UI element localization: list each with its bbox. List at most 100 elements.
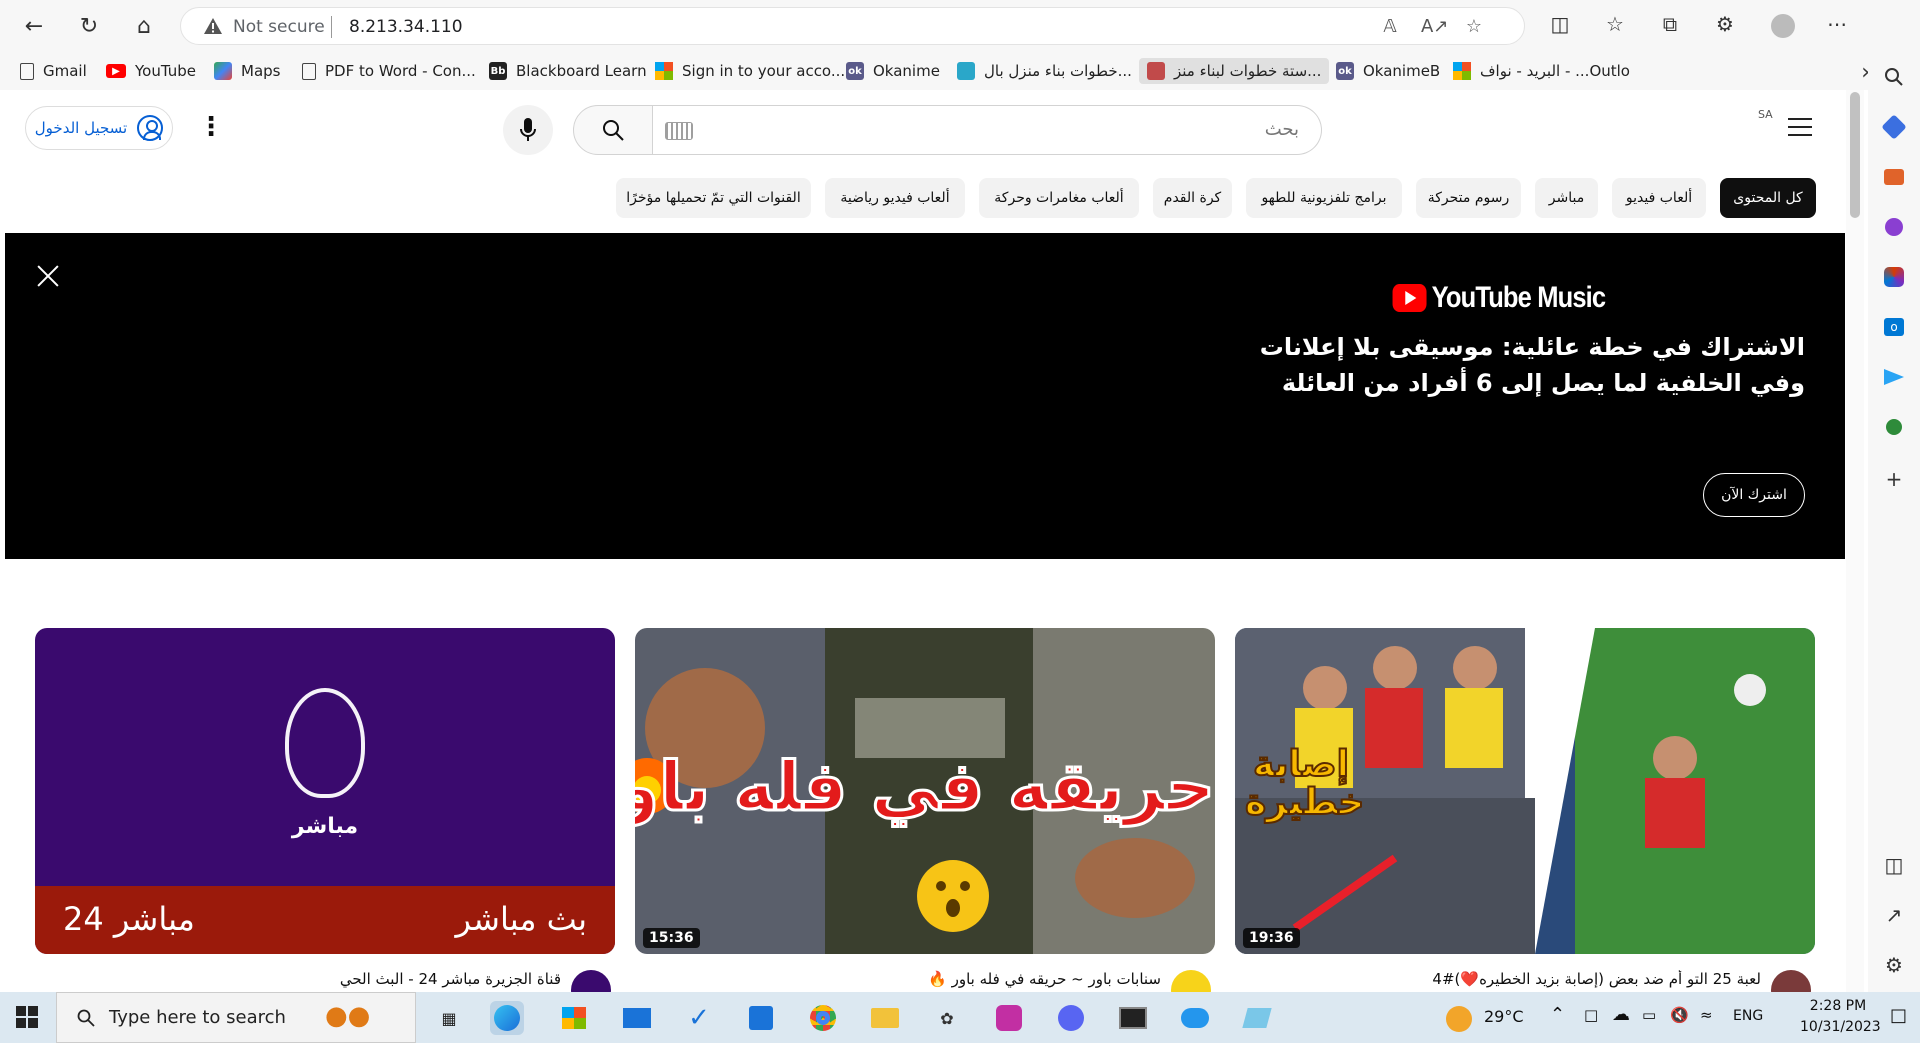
sidebar-toggle-icon[interactable]: ◫ bbox=[1881, 852, 1907, 878]
voice-search-button[interactable] bbox=[503, 105, 553, 155]
task-view-icon[interactable]: ▦ bbox=[432, 1001, 466, 1035]
extensions-icon[interactable]: ⚙ bbox=[1710, 12, 1740, 40]
wifi-icon[interactable]: ≈ bbox=[1700, 1006, 1713, 1024]
live-stream-thumbnail[interactable]: مباشر مباشر 24 بث مباشر bbox=[35, 628, 615, 954]
open-external-icon[interactable]: ↗ bbox=[1881, 902, 1907, 928]
video-thumbnail[interactable]: حريقه في فله باور 15:36 bbox=[635, 628, 1215, 954]
bookmark-blackboard[interactable]: Bb Blackboard Learn bbox=[489, 58, 647, 84]
bookmark-okanimeb[interactable]: ok OkanimeB bbox=[1336, 58, 1440, 84]
chip-video-games[interactable]: ألعاب فيديو bbox=[1612, 178, 1706, 218]
shopping-tag-icon[interactable] bbox=[1881, 114, 1907, 140]
subscribe-now-button[interactable]: اشترك الآن bbox=[1703, 473, 1805, 517]
search-button[interactable] bbox=[573, 105, 653, 155]
favorite-star-icon[interactable]: ☆ bbox=[1463, 16, 1485, 38]
add-icon[interactable]: + bbox=[1881, 466, 1907, 492]
games-icon[interactable] bbox=[1881, 214, 1907, 240]
todo-icon[interactable]: ✓ bbox=[682, 1001, 716, 1035]
channel-avatar[interactable] bbox=[1771, 970, 1811, 992]
volume-muted-icon[interactable]: 🔇 bbox=[1670, 1006, 1689, 1024]
keyboard-icon[interactable] bbox=[665, 122, 693, 140]
store-icon[interactable] bbox=[557, 1001, 591, 1035]
menu-icon[interactable] bbox=[1788, 118, 1812, 136]
bookmark-gmail[interactable]: Gmail bbox=[20, 58, 87, 84]
video-title[interactable]: قناة الجزيرة مباشر 24 - البث الحي bbox=[35, 970, 561, 992]
send-icon[interactable] bbox=[1881, 364, 1907, 390]
close-icon[interactable] bbox=[31, 259, 65, 293]
meet-icon[interactable]: □ bbox=[1584, 1006, 1598, 1024]
read-aloud-icon[interactable]: A↗ bbox=[1421, 16, 1448, 38]
file-explorer-icon[interactable] bbox=[868, 1001, 902, 1035]
paint-icon[interactable]: ✿ bbox=[930, 1001, 964, 1035]
mail-icon[interactable] bbox=[620, 1001, 654, 1035]
split-screen-icon[interactable]: ◫ bbox=[1545, 12, 1575, 40]
signin-button[interactable]: تسجيل الدخول bbox=[25, 106, 173, 150]
terminal-icon[interactable] bbox=[1116, 1001, 1150, 1035]
video-duration: 19:36 bbox=[1243, 928, 1300, 948]
chip-sports-games[interactable]: ألعاب فيديو رياضية bbox=[825, 178, 965, 218]
outlook-icon[interactable]: o bbox=[1881, 314, 1907, 340]
bookmark-signin[interactable]: Sign in to your acco... bbox=[655, 58, 845, 84]
edge-taskbar-icon[interactable] bbox=[490, 1001, 524, 1035]
chip-animation[interactable]: رسوم متحركة bbox=[1416, 178, 1521, 218]
channel-avatar[interactable] bbox=[571, 970, 611, 992]
search-icon[interactable] bbox=[1881, 64, 1907, 90]
chrome-icon[interactable] bbox=[806, 1001, 840, 1035]
bookmark-outlook[interactable]: البريد - نواف - ...Outlo bbox=[1453, 58, 1630, 84]
youtube-play-icon bbox=[1392, 284, 1427, 312]
live-label: بث مباشر bbox=[455, 900, 587, 938]
translate-icon[interactable]: 𝔸 bbox=[1379, 16, 1401, 38]
office-icon[interactable] bbox=[1881, 264, 1907, 290]
chip-live[interactable]: مباشر bbox=[1535, 178, 1598, 218]
weather-icon[interactable] bbox=[1446, 1006, 1472, 1032]
chip-football[interactable]: كرة القدم bbox=[1153, 178, 1232, 218]
home-icon[interactable]: ⌂ bbox=[128, 10, 160, 42]
notes-icon[interactable] bbox=[1240, 1001, 1274, 1035]
bookmark-okanime[interactable]: ok Okanime bbox=[846, 58, 940, 84]
page-scrollbar-track[interactable] bbox=[1846, 90, 1864, 992]
collections-icon[interactable]: ⧉ bbox=[1655, 12, 1685, 40]
address-bar[interactable]: Not secure 8.213.34.110 𝔸 A↗ ☆ bbox=[180, 7, 1525, 45]
bookmark-house-steps-2[interactable]: ستة خطوات لبناء منز... bbox=[1139, 58, 1330, 84]
more-options-icon[interactable]: ⋯ bbox=[1822, 12, 1852, 40]
video-thumbnail[interactable]: إصابة خطيرة 19:36 bbox=[1235, 628, 1815, 954]
bookmark-youtube[interactable]: ▶ YouTube bbox=[106, 58, 196, 84]
tree-icon[interactable] bbox=[1881, 414, 1907, 440]
more-vert-icon[interactable]: ⋮ bbox=[198, 112, 224, 144]
channel-avatar[interactable] bbox=[1171, 970, 1211, 992]
thumbnail-word: إصابة bbox=[1252, 744, 1350, 785]
docker-icon[interactable] bbox=[1178, 1001, 1212, 1035]
cloud-icon[interactable]: ☁ bbox=[1612, 1004, 1630, 1025]
search-input[interactable]: بحث bbox=[652, 105, 1322, 155]
bookmark-house-steps-1[interactable]: خطوات بناء منزل بال... bbox=[957, 58, 1132, 84]
tools-icon[interactable] bbox=[1881, 164, 1907, 190]
video-title[interactable]: سنابات باور ~ حريقه في فله باور 🔥 bbox=[635, 970, 1161, 992]
chip-action-adventure[interactable]: ألعاب مغامرات وحركة bbox=[979, 178, 1139, 218]
clock[interactable]: 2:28 PM 10/31/2023 bbox=[1800, 996, 1881, 1038]
chevron-up-icon[interactable]: ⌃ bbox=[1550, 1004, 1565, 1025]
page-scrollbar-thumb[interactable] bbox=[1850, 92, 1860, 218]
youtube-music-logo: YouTube Music bbox=[1392, 281, 1606, 315]
settings-gear-icon[interactable]: ⚙ bbox=[1881, 952, 1907, 978]
input-language[interactable]: ENG bbox=[1733, 1008, 1763, 1024]
windows-start-icon[interactable] bbox=[16, 1006, 38, 1028]
favorites-icon[interactable]: ☆ bbox=[1600, 12, 1630, 40]
video-title[interactable]: لعبة 25 التو أم ضد بعض (إصابة بزيد الخطي… bbox=[1235, 970, 1761, 992]
profile-avatar[interactable] bbox=[1768, 12, 1798, 40]
chip-all[interactable]: كل المحتوى bbox=[1720, 178, 1816, 218]
chip-recently-uploaded[interactable]: القنوات التي تمّ تحميلها مؤخرًا bbox=[616, 178, 811, 218]
taskbar-search[interactable]: Type here to search ●● bbox=[56, 992, 416, 1043]
chip-cooking-shows[interactable]: برامج تلفزيونية للطهو bbox=[1246, 178, 1402, 218]
discord-icon[interactable] bbox=[1054, 1001, 1088, 1035]
logo-caption: مباشر bbox=[291, 814, 359, 839]
wps-icon[interactable] bbox=[992, 1001, 1026, 1035]
back-icon[interactable]: ← bbox=[18, 10, 50, 42]
refresh-icon[interactable]: ↻ bbox=[73, 10, 105, 42]
bookmark-pdf-to-word[interactable]: PDF to Word - Con... bbox=[302, 58, 476, 84]
battery-icon[interactable]: ▭ bbox=[1642, 1006, 1656, 1024]
url-text[interactable]: 8.213.34.110 bbox=[349, 17, 463, 37]
notifications-icon[interactable]: □ bbox=[1890, 1005, 1907, 1026]
bookmark-maps[interactable]: Maps bbox=[214, 58, 280, 84]
security-label: Not secure bbox=[233, 17, 325, 37]
temperature[interactable]: 29°C bbox=[1484, 1007, 1524, 1026]
files-icon[interactable] bbox=[744, 1001, 778, 1035]
